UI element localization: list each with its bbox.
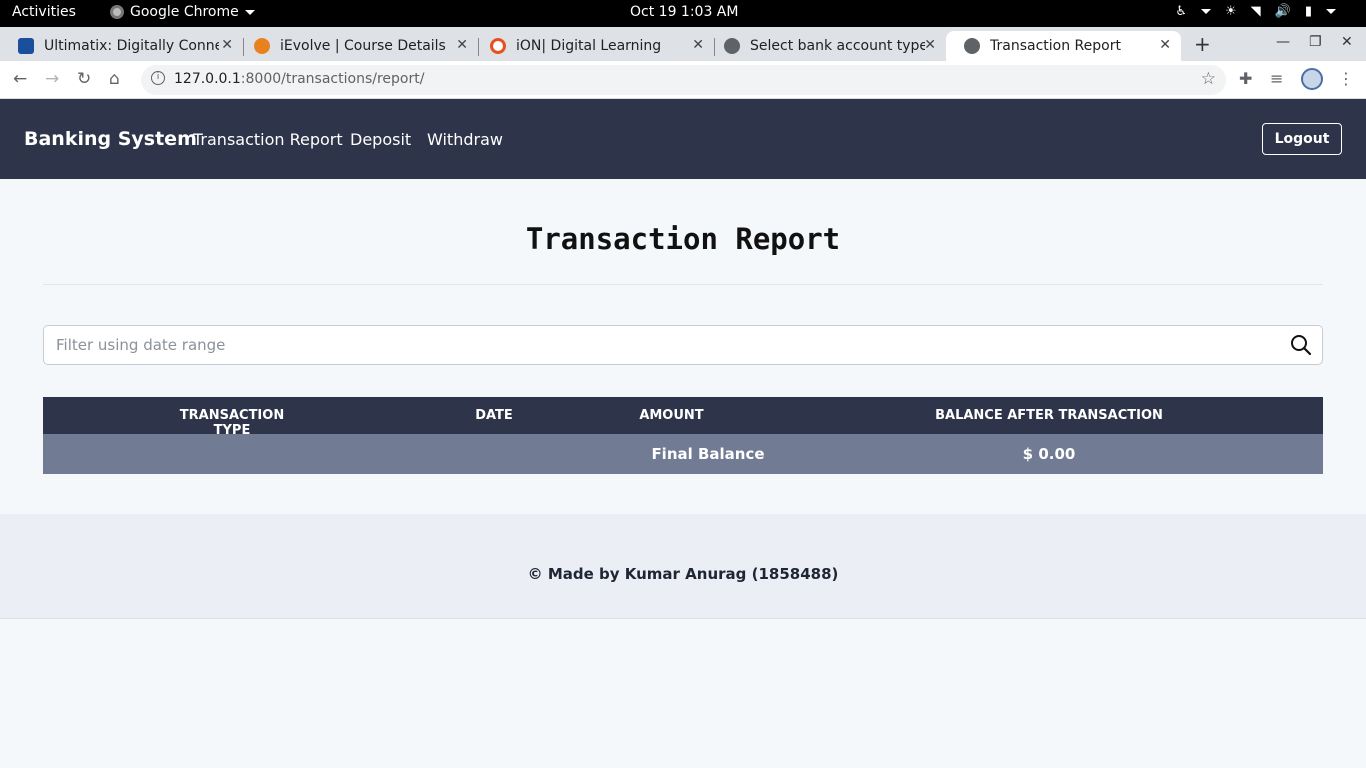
ievolve-icon (254, 38, 270, 54)
chevron-down-icon (244, 9, 255, 15)
minimize-icon[interactable]: — (1276, 34, 1290, 50)
date-range-filter[interactable] (43, 325, 1323, 365)
close-icon[interactable]: ✕ (1159, 37, 1171, 53)
bookmark-star-icon[interactable]: ☆ (1201, 69, 1216, 89)
close-icon[interactable]: ✕ (692, 37, 704, 53)
close-icon[interactable]: ✕ (456, 37, 468, 53)
col-amount: AMOUNT (639, 408, 704, 423)
tab-transaction-report[interactable]: Transaction Report ✕ (946, 31, 1181, 61)
tab-strip: Ultimatix: Digitally Conne ✕ iEvolve | C… (0, 27, 1366, 61)
tab-ievolve[interactable]: iEvolve | Course Details ✕ (236, 31, 479, 61)
forward-icon[interactable]: → (45, 69, 59, 89)
final-balance-row: Final Balance $ 0.00 (43, 434, 1323, 474)
final-balance-label: Final Balance (651, 445, 765, 463)
clock[interactable]: Oct 19 1:03 AM (630, 4, 738, 20)
info-icon[interactable]: i (151, 71, 165, 85)
brightness-icon: ☀ (1225, 4, 1237, 19)
wifi-icon: ◥ (1250, 4, 1261, 19)
home-icon[interactable]: ⌂ (109, 69, 120, 89)
url-text[interactable]: 127.0.0.1:8000/transactions/report/ (174, 71, 424, 87)
reload-icon[interactable]: ↻ (77, 69, 91, 89)
globe-icon (964, 38, 980, 54)
col-date: DATE (475, 408, 513, 423)
close-icon[interactable]: ✕ (924, 37, 936, 53)
chrome-icon (110, 5, 124, 19)
brand-logo[interactable]: Banking System (24, 128, 197, 150)
page-title: Transaction Report (525, 222, 841, 256)
date-range-input[interactable] (44, 326, 1274, 364)
footer-credit: © Made by Kumar Anurag (1858488) (527, 565, 839, 583)
app-menu[interactable]: Google Chrome (110, 4, 255, 20)
col-balance-after: BALANCE AFTER TRANSACTION (935, 408, 1163, 423)
accessibility-icon[interactable]: ♿ (1175, 4, 1187, 19)
tata-icon (18, 38, 34, 54)
final-balance-value: $ 0.00 (1022, 445, 1076, 463)
tab-bank-account[interactable]: Select bank account type ✕ (706, 31, 946, 61)
activities-button[interactable]: Activities (12, 4, 76, 20)
tab-title: Transaction Report (990, 38, 1121, 54)
system-top-bar: Activities Google Chrome Oct 19 1:03 AM … (0, 0, 1366, 27)
menu-icon[interactable]: ⋮ (1338, 69, 1354, 88)
ion-icon (490, 38, 506, 54)
globe-icon (724, 38, 740, 54)
battery-icon: ▮ (1304, 4, 1312, 19)
close-icon[interactable]: ✕ (221, 37, 233, 53)
chevron-down-icon (1201, 9, 1211, 14)
table-header: TRANSACTION TYPE DATE AMOUNT BALANCE AFT… (43, 397, 1323, 438)
new-tab-icon[interactable]: + (1194, 32, 1211, 56)
address-bar[interactable]: i 127.0.0.1:8000/transactions/report/ ☆ (141, 65, 1226, 95)
search-icon[interactable] (1290, 334, 1312, 356)
tab-title: iEvolve | Course Details (280, 38, 446, 54)
nav-link-deposit[interactable]: Deposit (350, 130, 411, 149)
browser-toolbar: ← → ↻ ⌂ i 127.0.0.1:8000/transactions/re… (0, 61, 1366, 99)
nav-link-withdraw[interactable]: Withdraw (427, 130, 503, 149)
restore-icon[interactable]: ❐ (1309, 34, 1322, 50)
chevron-down-icon (1326, 9, 1336, 14)
url-host: 127.0.0.1 (174, 71, 241, 87)
tab-ion[interactable]: iON| Digital Learning ✕ (472, 31, 715, 61)
system-tray[interactable]: ♿ ☀ ◥ 🔊 ▮ (1175, 4, 1336, 19)
tab-title: iON| Digital Learning (516, 38, 662, 54)
tab-title: Select bank account type (750, 38, 925, 54)
volume-icon: 🔊 (1274, 4, 1291, 19)
app-navbar: Banking System Transaction Report Deposi… (0, 99, 1366, 179)
extensions-icon[interactable]: ✚ (1239, 69, 1252, 88)
footer: © Made by Kumar Anurag (1858488) (0, 514, 1366, 619)
profile-avatar[interactable] (1301, 68, 1323, 90)
back-icon[interactable]: ← (13, 69, 27, 89)
divider (43, 284, 1323, 285)
tab-ultimatix[interactable]: Ultimatix: Digitally Conne ✕ (0, 31, 244, 61)
media-control-icon[interactable]: ≡ (1270, 69, 1283, 88)
url-path: :8000/transactions/report/ (240, 71, 425, 87)
tab-title: Ultimatix: Digitally Conne (44, 38, 219, 54)
close-window-icon[interactable]: ✕ (1341, 34, 1353, 50)
logout-button[interactable]: Logout (1262, 123, 1342, 155)
nav-link-transaction-report[interactable]: Transaction Report (193, 130, 343, 149)
app-menu-label: Google Chrome (130, 4, 239, 20)
